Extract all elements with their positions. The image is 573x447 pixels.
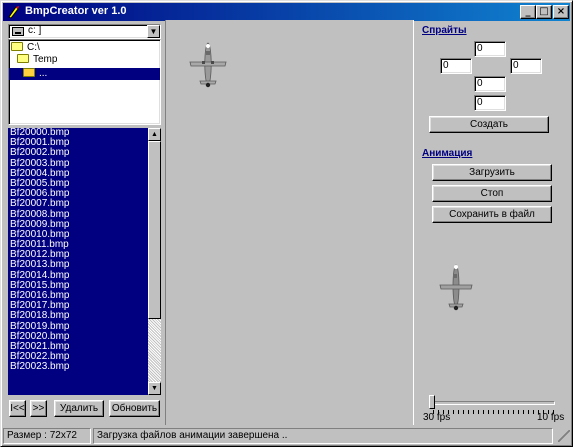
right-panel: Спрайты 0 0 0 0 0 Создать Анимация Загру… [415,20,570,426]
close-button[interactable]: × [553,5,569,19]
app-icon[interactable] [6,4,22,20]
directory-label: C:\ [27,42,40,53]
directory-item-current[interactable]: ... [9,68,160,80]
sprite-field-top[interactable]: 0 [474,41,506,57]
directory-item-temp[interactable]: Temp [17,54,57,66]
folder-open-icon [11,42,23,51]
sprite-field-bottom[interactable]: 0 [474,95,506,111]
scroll-up-icon[interactable]: ▲ [148,128,161,141]
select-all-button[interactable]: I<< [9,400,26,417]
sprite-field-right[interactable]: 0 [510,58,542,74]
file-list[interactable]: Bf20000.bmp Bf20001.bmp Bf20002.bmp Bf20003… [8,128,161,395]
minimize-button[interactable]: _ [520,5,536,19]
status-bar: Размер : 72x72 Загрузка файлов анимации … [3,428,570,444]
fps-max-label: 10 fps [537,412,565,423]
fps-min-label: 30 fps [423,412,451,423]
file-list-scrollbar[interactable]: ▲ ▼ [148,128,161,395]
sprite-field-middle[interactable]: 0 [474,76,506,92]
sprite-preview-image [189,42,227,88]
maximize-button[interactable]: □ [536,5,552,19]
folder-open-icon [23,68,35,77]
file-list-item[interactable]: Bf20007.bmp [8,199,147,209]
directory-list[interactable]: C:\ Temp ... [8,39,161,125]
resize-grip-icon[interactable] [558,430,570,442]
sprite-field-left[interactable]: 0 [440,58,472,74]
scroll-thumb[interactable] [148,141,161,319]
deselect-button[interactable]: >> [30,400,47,417]
animation-preview-image [439,264,473,311]
status-size: Размер : 72x72 [3,428,91,444]
status-message: Загрузка файлов анимации завершена .. [93,428,553,444]
main-window: BmpCreator ver 1.0 _ □ × c: ] ▼ C:\ Temp… [0,0,573,447]
directory-label: Temp [33,54,58,65]
stop-button[interactable]: Стоп [432,185,552,202]
drive-value: c: ] [28,25,42,36]
directory-item-root[interactable]: C:\ [11,42,40,54]
scroll-down-icon[interactable]: ▼ [148,382,161,395]
directory-label: ... [39,68,48,79]
fps-slider-thumb[interactable] [429,395,435,409]
delete-button[interactable]: Удалить [54,400,104,417]
window-title: BmpCreator ver 1.0 [25,5,127,17]
chevron-down-icon[interactable]: ▼ [147,25,160,38]
fps-slider-track[interactable] [431,401,555,405]
refresh-button[interactable]: Обновить [109,400,160,417]
save-file-button[interactable]: Сохранить в файл [432,206,552,223]
drive-icon [12,27,24,36]
sprites-title: Спрайты [422,25,467,36]
preview-pane[interactable] [165,20,414,425]
title-bar[interactable]: BmpCreator ver 1.0 _ □ × [3,3,570,21]
create-button[interactable]: Создать [429,116,549,133]
animation-title: Анимация [422,148,473,159]
file-list-item[interactable]: Bf20023.bmp [8,362,147,372]
file-items: Bf20000.bmp Bf20001.bmp Bf20002.bmp Bf20003… [8,128,147,373]
load-button[interactable]: Загрузить [432,164,552,181]
folder-open-icon [17,54,29,63]
drive-combo[interactable]: c: ] ▼ [8,24,161,39]
